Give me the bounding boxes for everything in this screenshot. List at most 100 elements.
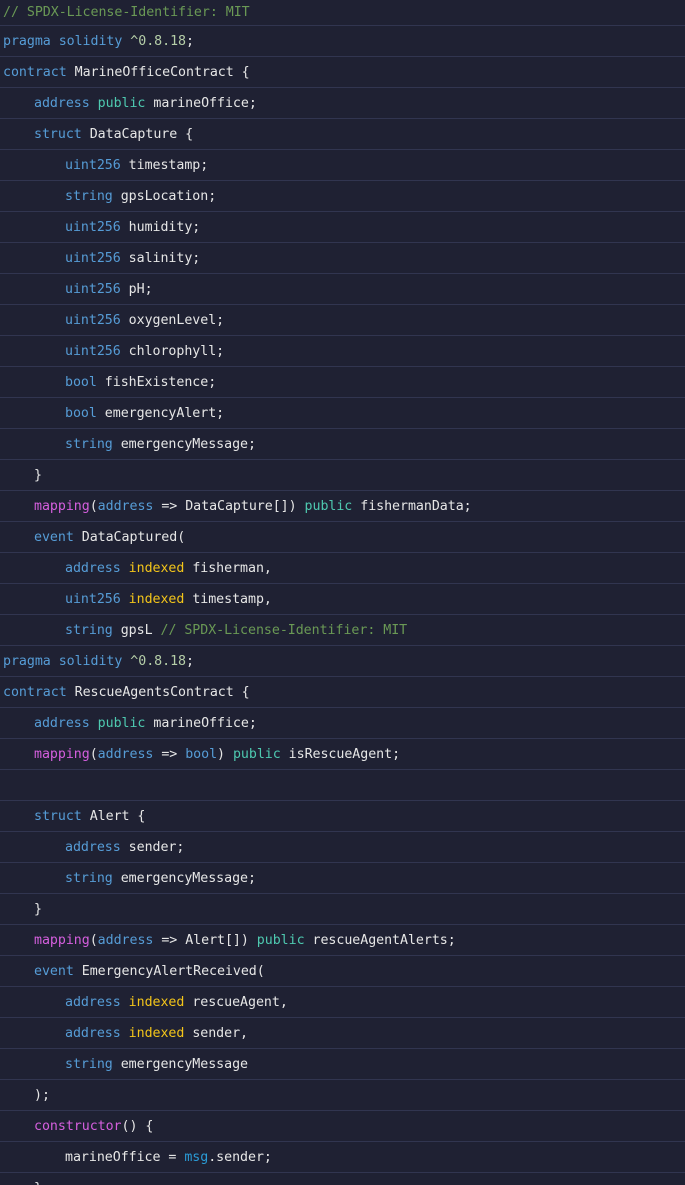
code-token: }	[34, 901, 42, 917]
code-line[interactable]: marineOffice = msg .sender;	[0, 1142, 685, 1173]
code-token: uint256	[65, 157, 129, 173]
code-token: () {	[121, 1118, 154, 1134]
code-token: gpsL	[120, 622, 161, 638]
code-token: event	[34, 963, 82, 979]
code-token: pragma solidity	[3, 33, 131, 49]
code-line[interactable]: mapping(address => bool) public isRescue…	[0, 739, 685, 770]
code-editor[interactable]: // SPDX-License-Identifier: MIT pragma so…	[0, 0, 685, 1185]
code-token: => DataCapture[])	[153, 498, 305, 514]
code-line[interactable]: // SPDX-License-Identifier: MIT	[0, 0, 685, 26]
code-token: struct	[34, 126, 90, 142]
code-line[interactable]: event DataCaptured(	[0, 522, 685, 553]
code-line[interactable]: string gpsL // SPDX-License-Identifier: …	[0, 615, 685, 646]
code-line[interactable]: struct DataCapture {	[0, 119, 685, 150]
code-line[interactable]: uint256 pH;	[0, 274, 685, 305]
code-line[interactable]: uint256 oxygenLevel;	[0, 305, 685, 336]
code-token: uint256	[65, 281, 129, 297]
code-token: fishermanData;	[360, 498, 472, 514]
code-token: rescueAgent,	[192, 994, 288, 1010]
code-token: }	[34, 1181, 42, 1185]
code-line[interactable]: pragma solidity ^0.8.18;	[0, 26, 685, 57]
code-line[interactable]	[0, 770, 685, 801]
code-token: address	[97, 932, 154, 948]
code-token: RescueAgentsContract {	[74, 684, 250, 700]
code-line[interactable]: bool fishExistence;	[0, 367, 685, 398]
code-token: marineOffice;	[153, 715, 257, 731]
code-token: msg	[184, 1149, 209, 1165]
code-line[interactable]: uint256 humidity;	[0, 212, 685, 243]
code-token: // SPDX-License-Identifier: MIT	[160, 622, 408, 638]
code-token: fisherman,	[192, 560, 272, 576]
code-token: chlorophyll;	[128, 343, 225, 359]
code-line[interactable]: uint256 chlorophyll;	[0, 336, 685, 367]
code-token: mapping	[34, 498, 90, 514]
code-token: (	[89, 746, 98, 762]
code-token: ^0.8.18	[130, 33, 186, 49]
code-token: timestamp,	[192, 591, 272, 607]
code-line[interactable]: pragma solidity ^0.8.18;	[0, 646, 685, 677]
code-line[interactable]: address indexed fisherman,	[0, 553, 685, 584]
code-line[interactable]: string emergencyMessage;	[0, 429, 685, 460]
code-token: .sender;	[208, 1149, 272, 1165]
code-token: string	[65, 870, 121, 886]
code-token: // SPDX-License-Identifier: MIT	[3, 5, 250, 20]
code-token: address	[34, 95, 98, 111]
code-line[interactable]: event EmergencyAlertReceived(	[0, 956, 685, 987]
code-line[interactable]: struct Alert {	[0, 801, 685, 832]
code-line[interactable]: string emergencyMessage	[0, 1049, 685, 1080]
code-line[interactable]: address public marineOffice;	[0, 708, 685, 739]
code-token: address	[34, 715, 98, 731]
code-token: sender,	[192, 1025, 249, 1041]
code-token: DataCapture {	[89, 126, 194, 142]
code-token: address	[65, 839, 129, 855]
code-line[interactable]: address public marineOffice;	[0, 88, 685, 119]
code-token: contract	[3, 64, 75, 80]
code-token: rescueAgentAlerts;	[312, 932, 456, 948]
code-line[interactable]: address indexed sender,	[0, 1018, 685, 1049]
code-token: public	[97, 715, 154, 731]
code-line[interactable]: );	[0, 1080, 685, 1111]
code-token: bool	[65, 374, 105, 390]
code-token: address	[65, 560, 129, 576]
code-line[interactable]: string gpsLocation;	[0, 181, 685, 212]
code-token: ;	[186, 33, 194, 49]
code-token: uint256	[65, 343, 129, 359]
code-token: contract	[3, 684, 75, 700]
code-token: public	[304, 498, 361, 514]
code-line[interactable]: }	[0, 1173, 685, 1185]
code-token: indexed	[128, 591, 193, 607]
code-line[interactable]: constructor() {	[0, 1111, 685, 1142]
code-token: timestamp;	[128, 157, 209, 173]
code-line[interactable]: uint256 indexed timestamp,	[0, 584, 685, 615]
code-token: EmergencyAlertReceived(	[81, 963, 265, 979]
code-token: salinity;	[128, 250, 201, 266]
code-token: sender;	[128, 839, 185, 855]
code-line[interactable]: bool emergencyAlert;	[0, 398, 685, 429]
code-line[interactable]: }	[0, 460, 685, 491]
code-token: emergencyMessage	[120, 1056, 248, 1072]
code-token: constructor	[34, 1118, 122, 1134]
code-token: fishExistence;	[104, 374, 217, 390]
code-token: string	[65, 622, 121, 638]
code-token: MarineOfficeContract {	[74, 64, 250, 80]
code-token: uint256	[65, 250, 129, 266]
code-token: bool	[65, 405, 105, 421]
code-line[interactable]: uint256 timestamp;	[0, 150, 685, 181]
code-line[interactable]: contract MarineOfficeContract {	[0, 57, 685, 88]
code-line[interactable]: uint256 salinity;	[0, 243, 685, 274]
code-line[interactable]: mapping(address => DataCapture[]) public…	[0, 491, 685, 522]
code-token: ^0.8.18	[130, 653, 186, 669]
code-token: public	[232, 746, 289, 762]
code-line[interactable]: string emergencyMessage;	[0, 863, 685, 894]
code-line[interactable]: mapping(address => Alert[]) public rescu…	[0, 925, 685, 956]
code-line[interactable]: address indexed rescueAgent,	[0, 987, 685, 1018]
code-line[interactable]: }	[0, 894, 685, 925]
code-line[interactable]: contract RescueAgentsContract {	[0, 677, 685, 708]
code-token: DataCaptured(	[81, 529, 186, 545]
code-line[interactable]: address sender;	[0, 832, 685, 863]
code-token: ;	[186, 653, 194, 669]
code-token: =>	[153, 746, 186, 762]
code-token: address	[97, 498, 154, 514]
code-token: mapping	[34, 746, 90, 762]
code-token: (	[89, 932, 98, 948]
